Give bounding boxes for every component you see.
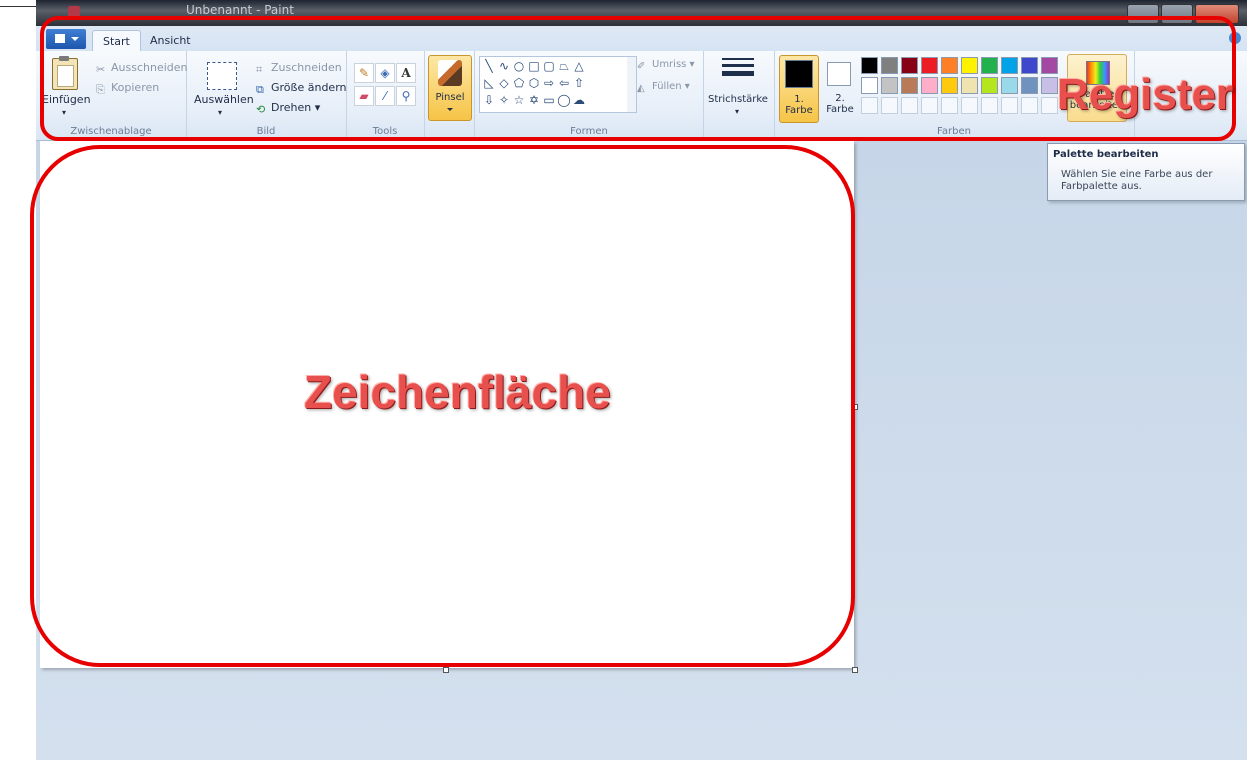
tooltip-title: Palette bearbeiten (1053, 149, 1159, 160)
top-rule (0, 6, 36, 7)
canvas-annotation-label: Zeichenfläche (304, 366, 611, 418)
tooltip-description: Wählen Sie eine Farbe aus der Farbpalett… (1061, 169, 1213, 192)
canvas-resize-handle-corner[interactable] (852, 667, 858, 673)
window-title: Unbenannt - Paint (186, 3, 294, 17)
register-annotation-label: Register (1057, 70, 1234, 119)
palette-tooltip: Palette bearbeiten Wählen Sie eine Farbe… (1047, 143, 1245, 201)
canvas-resize-handle-bottom[interactable] (443, 667, 449, 673)
